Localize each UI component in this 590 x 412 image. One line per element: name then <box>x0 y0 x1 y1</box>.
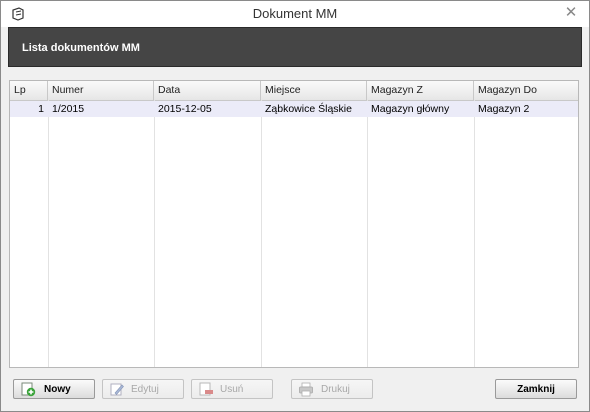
column-header-numer[interactable]: Numer <box>48 81 154 100</box>
cell-magazyn-do: Magazyn 2 <box>478 103 530 115</box>
print-button[interactable]: Drukuj <box>291 379 373 399</box>
documents-table[interactable]: Lp Numer Data Miejsce Magazyn Z Magazyn … <box>9 80 579 368</box>
edit-button-label: Edytuj <box>131 384 159 395</box>
table-row[interactable]: 1 1/2015 2015-12-05 Ząbkowice Śląskie Ma… <box>10 101 578 117</box>
title-bar: Dokument MM ✕ <box>1 1 589 27</box>
column-header-lp[interactable]: Lp <box>10 81 48 100</box>
new-button[interactable]: Nowy <box>13 379 95 399</box>
column-header-data[interactable]: Data <box>154 81 261 100</box>
dialog-window: Dokument MM ✕ Lista dokumentów MM Lp Num… <box>0 0 590 412</box>
edit-button[interactable]: Edytuj <box>102 379 184 399</box>
window-title: Dokument MM <box>252 6 338 21</box>
new-button-label: Nowy <box>44 384 71 395</box>
delete-document-icon <box>198 382 214 397</box>
edit-pencil-icon <box>109 382 125 397</box>
column-divider <box>48 100 49 367</box>
table-header: Lp Numer Data Miejsce Magazyn Z Magazyn … <box>10 81 578 101</box>
column-header-magazyn-do[interactable]: Magazyn Do <box>474 81 578 100</box>
add-document-icon <box>20 382 36 397</box>
column-divider <box>367 100 368 367</box>
cell-data: 2015-12-05 <box>158 103 212 115</box>
column-divider <box>154 100 155 367</box>
delete-button-label: Usuń <box>220 384 244 395</box>
column-header-miejsce[interactable]: Miejsce <box>261 81 367 100</box>
close-button[interactable]: Zamknij <box>495 379 577 399</box>
cell-miejsce: Ząbkowice Śląskie <box>265 103 352 115</box>
column-header-magazyn-z[interactable]: Magazyn Z <box>367 81 474 100</box>
column-divider <box>261 100 262 367</box>
close-button-label: Zamknij <box>517 384 555 395</box>
column-divider <box>474 100 475 367</box>
cell-lp: 1 <box>38 103 44 115</box>
delete-button[interactable]: Usuń <box>191 379 273 399</box>
header-title: Lista dokumentów MM <box>22 42 140 54</box>
header-band: Lista dokumentów MM <box>8 27 582 67</box>
print-button-label: Drukuj <box>321 384 350 395</box>
printer-icon <box>298 382 314 397</box>
cell-magazyn-z: Magazyn główny <box>371 103 450 115</box>
close-icon[interactable]: ✕ <box>560 2 582 24</box>
cell-numer: 1/2015 <box>52 103 85 115</box>
